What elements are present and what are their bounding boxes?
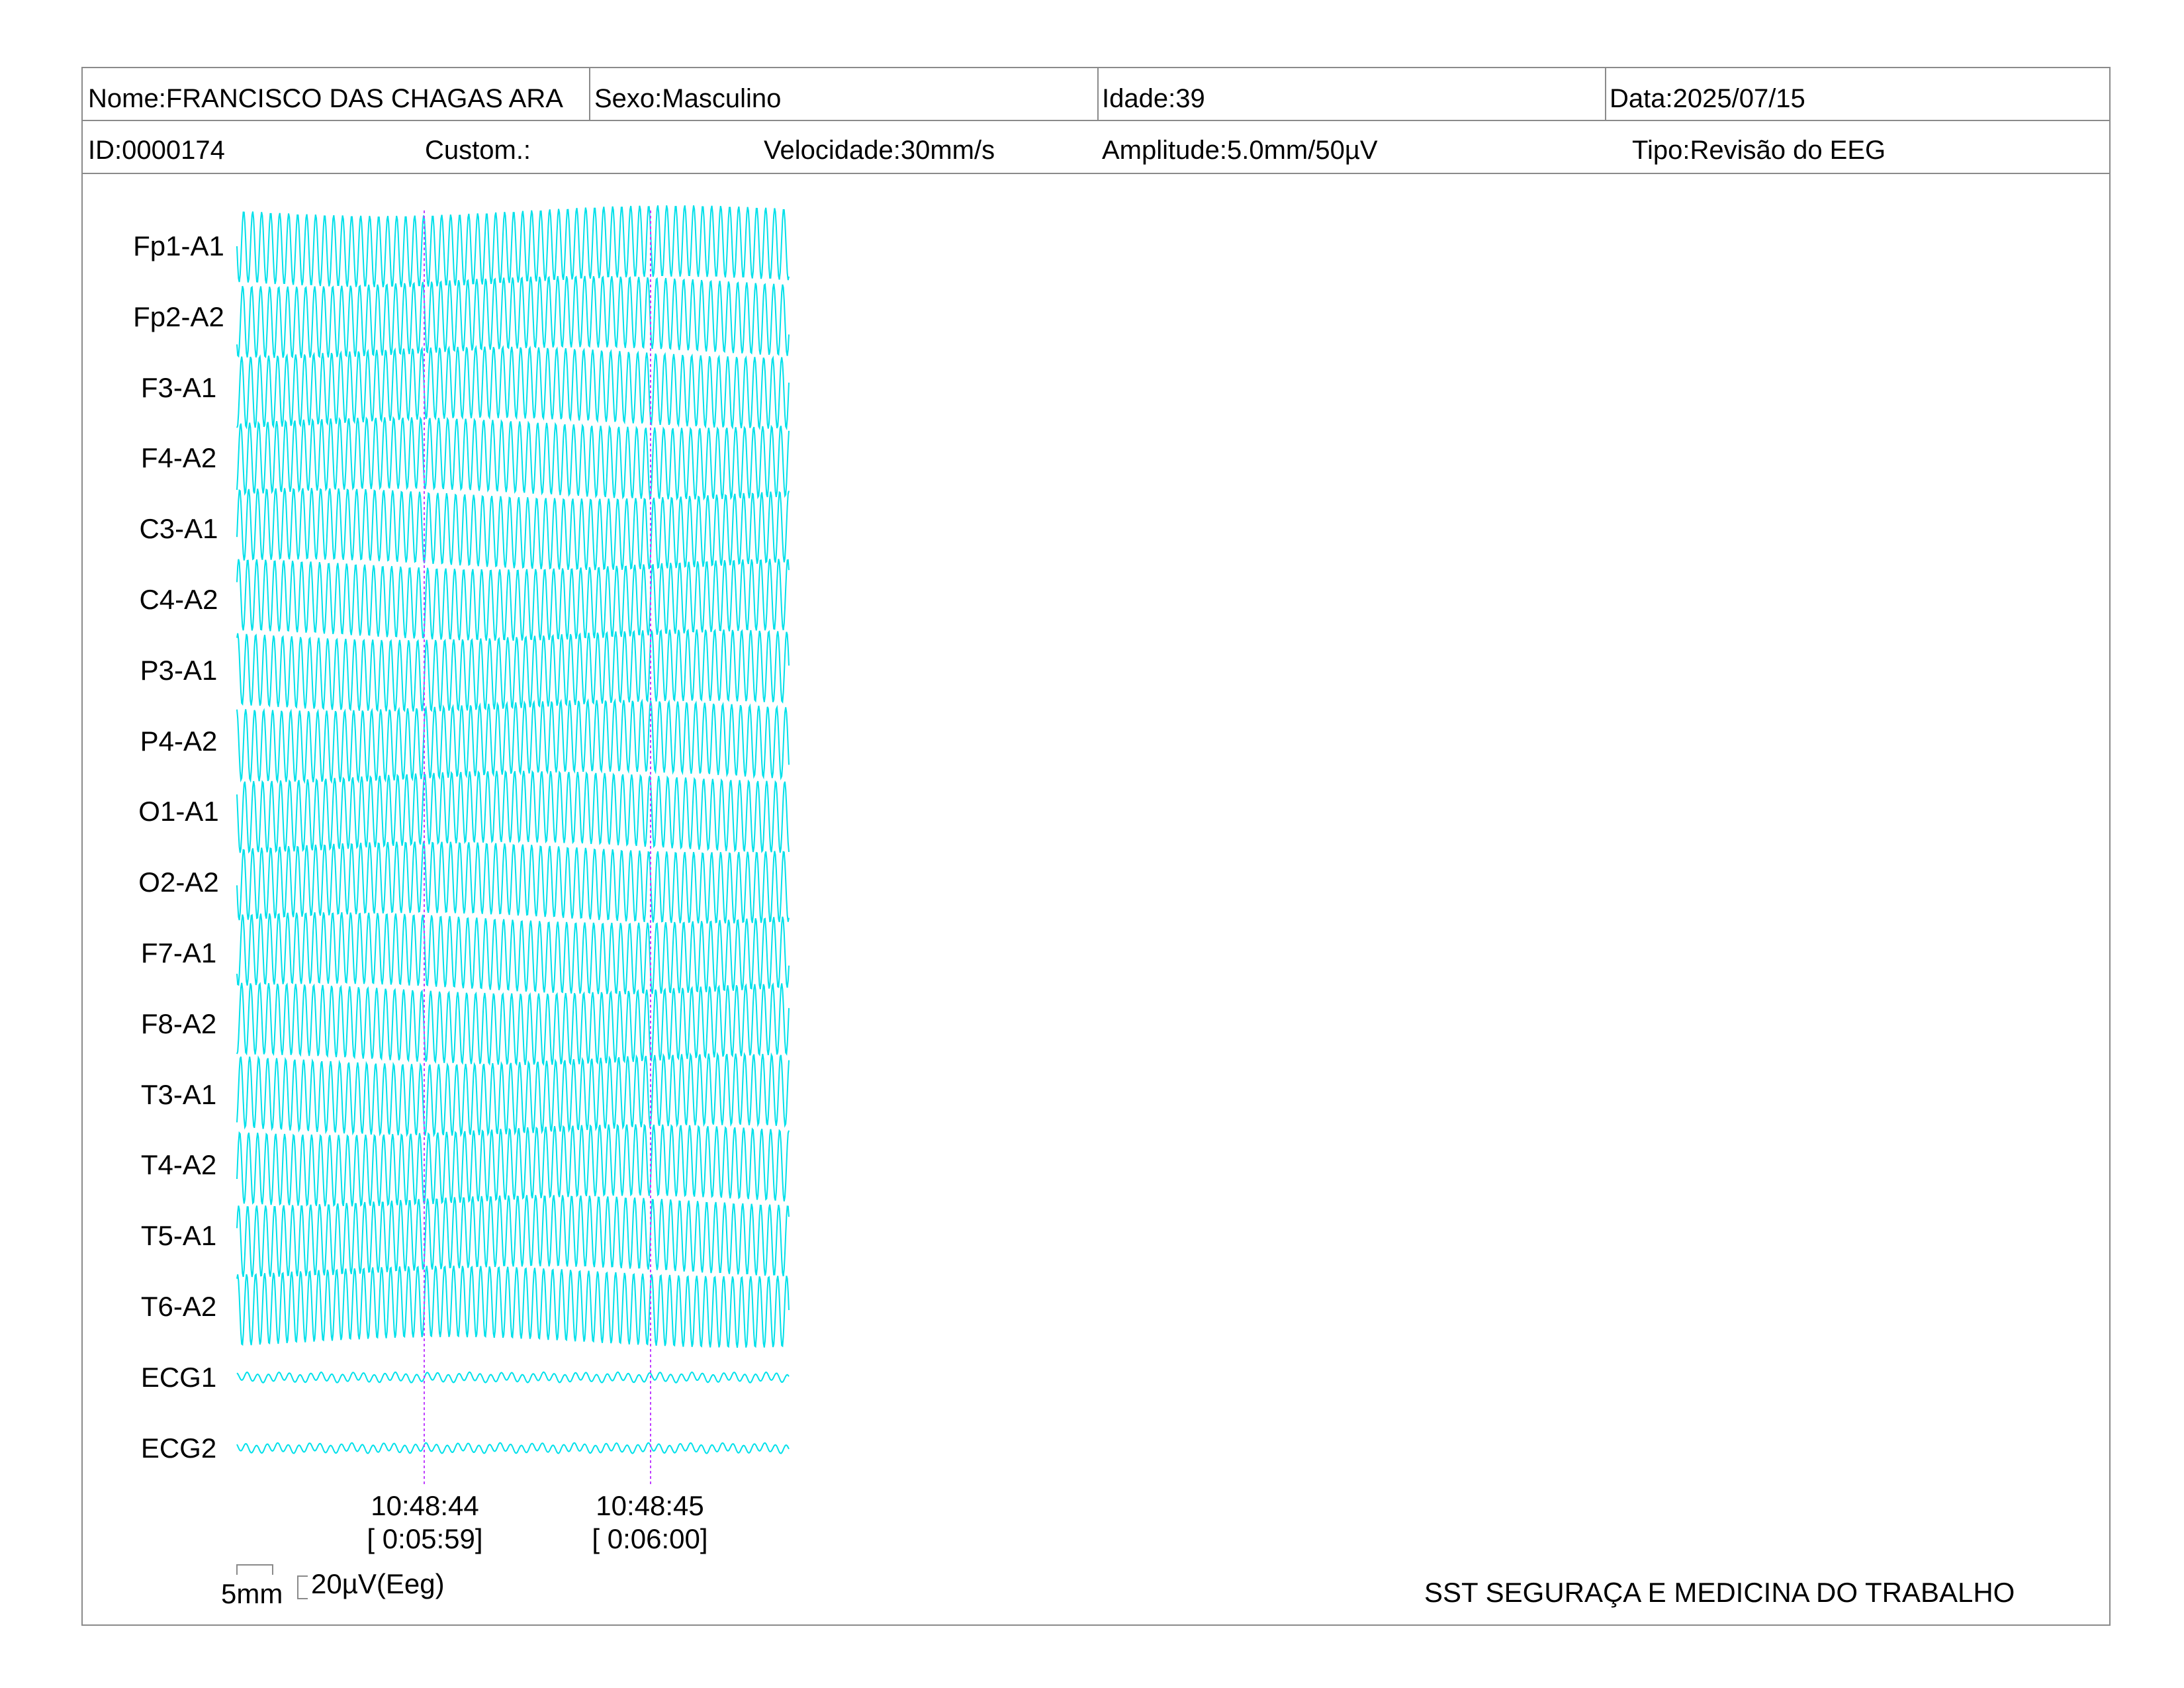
scale-amplitude-label: 20µV(Eeg) (311, 1568, 445, 1599)
scale-bar-amplitude (297, 1575, 308, 1599)
waveform-trace (236, 912, 790, 995)
waveform-trace (236, 205, 790, 288)
time-marker-clock: 10:48:44 (371, 1490, 479, 1521)
waveform-trace (236, 698, 790, 784)
time-marker-label: 10:48:45 [ 0:06:00] (564, 1489, 736, 1556)
waveform-trace (236, 770, 790, 854)
waveform-trace (236, 1195, 790, 1278)
eeg-waveform-area (236, 205, 790, 1486)
waveform-trace (236, 1371, 790, 1383)
scale-bar-time (236, 1564, 273, 1575)
time-marker-label: 10:48:44 [ 0:05:59] (339, 1489, 511, 1556)
waveform-trace (236, 1123, 790, 1207)
waveform-trace (236, 628, 790, 712)
scale-time-label: 5mm (221, 1578, 283, 1609)
waveform-trace (236, 841, 790, 924)
waveform-trace (236, 416, 790, 501)
time-marker-elapsed: [ 0:05:59] (367, 1523, 483, 1554)
time-marker-clock: 10:48:45 (596, 1490, 704, 1521)
waveform-trace (236, 275, 790, 359)
waveform-trace (236, 1265, 790, 1348)
waveform-trace (236, 559, 790, 641)
waveform-trace (236, 982, 790, 1066)
waveform-trace (236, 345, 790, 431)
waveform-trace (236, 1442, 790, 1454)
waveform-trace (236, 488, 790, 571)
waveform-trace (236, 1051, 790, 1138)
time-marker-elapsed: [ 0:06:00] (592, 1523, 708, 1554)
